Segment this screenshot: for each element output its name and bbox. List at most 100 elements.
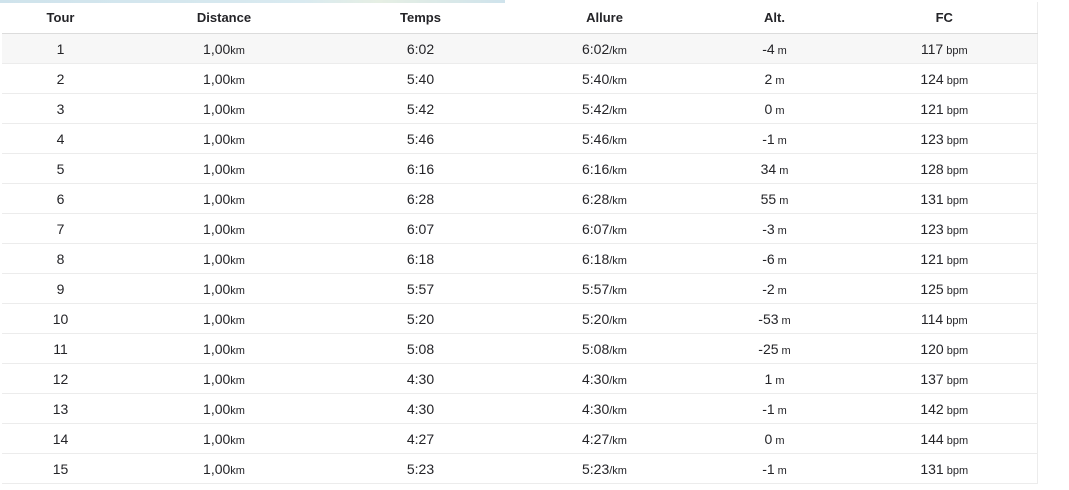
pace-unit: /km <box>609 44 627 57</box>
table-row[interactable]: 13 1,00km 4:30 4:30/km -1 m 142 bpm <box>2 393 1037 424</box>
heart-rate-cell: 117 bpm <box>852 33 1037 64</box>
header-heart-rate: FC <box>852 2 1037 34</box>
heart-rate-unit: bpm <box>946 224 969 237</box>
pace-unit: /km <box>609 284 627 297</box>
lap-cell: 13 <box>2 393 119 424</box>
pace-value: 6:16 <box>582 160 610 177</box>
table-row[interactable]: 3 1,00km 5:42 5:42/km 0 m 121 bpm <box>2 93 1037 124</box>
distance-unit: km <box>230 194 245 207</box>
heart-rate-cell: 120 bpm <box>852 333 1037 364</box>
elevation-value: 34 <box>760 160 777 177</box>
heart-rate-unit: bpm <box>946 434 969 447</box>
heart-rate-unit: bpm <box>946 44 968 57</box>
lap-cell: 14 <box>2 423 119 454</box>
header-elevation: Alt. <box>697 2 852 34</box>
lap-cell: 1 <box>2 33 119 64</box>
pace-unit: /km <box>609 104 627 117</box>
table-row[interactable]: 2 1,00km 5:40 5:40/km 2 m 124 bpm <box>2 63 1037 94</box>
distance-cell: 1,00km <box>119 273 329 304</box>
elevation-value: -4 <box>762 40 775 57</box>
heart-rate-cell: 125 bpm <box>852 273 1037 304</box>
heart-rate-value: 121 <box>920 250 944 267</box>
table-row[interactable]: 8 1,00km 6:18 6:18/km -6 m 121 bpm <box>2 243 1037 274</box>
distance-unit: km <box>230 464 245 477</box>
heart-rate-unit: bpm <box>946 284 969 297</box>
pace-cell: 5:20/km <box>512 303 697 334</box>
distance-value: 1,00 <box>203 40 231 57</box>
heart-rate-cell: 121 bpm <box>852 243 1037 274</box>
elevation-cell: 1m <box>697 363 852 394</box>
elevation-cell: -3 m <box>697 213 852 244</box>
table-row[interactable]: 4 1,00km 5:46 5:46/km -1 m 123 bpm <box>2 123 1037 154</box>
heart-rate-cell: 128 bpm <box>852 153 1037 184</box>
heart-rate-value: 121 <box>920 100 944 117</box>
lap-cell: 4 <box>2 123 119 154</box>
heart-rate-value: 144 <box>920 430 944 447</box>
heart-rate-cell: 137 bpm <box>852 363 1037 394</box>
elevation-cell: -1 m <box>697 453 852 484</box>
elevation-value: -1 <box>762 130 775 147</box>
header-pace: Allure <box>512 2 697 34</box>
elevation-unit: m <box>777 284 787 297</box>
table-row[interactable]: 9 1,00km 5:57 5:57/km -2 m 125 bpm <box>2 273 1037 304</box>
table-row[interactable]: 7 1,00km 6:07 6:07/km -3 m 123 bpm <box>2 213 1037 244</box>
table-row[interactable]: 11 1,00km 5:08 5:08/km -25 m 120 bpm <box>2 333 1037 364</box>
distance-value: 1,00 <box>203 130 231 147</box>
heart-rate-unit: bpm <box>946 344 969 357</box>
distance-cell: 1,00km <box>119 93 329 124</box>
elevation-value: -25 <box>758 340 779 357</box>
table-row[interactable]: 6 1,00km 6:28 6:28/km 55 m 131 bpm <box>2 183 1037 214</box>
pace-unit: /km <box>609 464 627 477</box>
distance-value: 1,00 <box>203 190 231 207</box>
pace-unit: /km <box>609 344 627 357</box>
pace-cell: 4:30/km <box>512 393 697 424</box>
pace-cell: 5:40/km <box>512 63 697 94</box>
heart-rate-cell: 121 bpm <box>852 93 1037 124</box>
elevation-value: 1 <box>764 370 773 387</box>
elevation-unit: m <box>775 374 785 387</box>
distance-value: 1,00 <box>203 220 231 237</box>
pace-value: 6:28 <box>582 190 610 207</box>
pace-value: 4:30 <box>582 370 610 387</box>
heart-rate-unit: bpm <box>946 134 969 147</box>
pace-cell: 4:30/km <box>512 363 697 394</box>
distance-cell: 1,00km <box>119 123 329 154</box>
distance-cell: 1,00km <box>119 63 329 94</box>
header-row: Tour Distance Temps Allure Alt. FC <box>2 2 1037 34</box>
elevation-unit: m <box>777 44 787 57</box>
table-row[interactable]: 14 1,00km 4:27 4:27/km 0 m 144 bpm <box>2 423 1037 454</box>
pace-cell: 5:42/km <box>512 93 697 124</box>
distance-cell: 1,00km <box>119 33 329 64</box>
elevation-unit: m <box>777 134 787 147</box>
heart-rate-cell: 123 bpm <box>852 123 1037 154</box>
distance-cell: 1,00km <box>119 183 329 214</box>
lap-cell: 3 <box>2 93 119 124</box>
elevation-unit: m <box>775 74 785 87</box>
pace-cell: 4:27/km <box>512 423 697 454</box>
elevation-unit: m <box>775 434 785 447</box>
table-row[interactable]: 12 1,00km 4:30 4:30/km 1 m 137 bpm <box>2 363 1037 394</box>
table-row[interactable]: 1 1,00km 6:02 6:02/km -4 m 117 bpm <box>2 33 1037 64</box>
time-cell: 4:30 <box>329 363 512 394</box>
pace-cell: 6:16/km <box>512 153 697 184</box>
table-row[interactable]: 10 1,00km 5:20 5:20/km -53 m 114 bpm <box>2 303 1037 334</box>
heart-rate-unit: bpm <box>946 314 968 327</box>
elevation-cell: 55 m <box>697 183 852 214</box>
pace-cell: 5:57/km <box>512 273 697 304</box>
table-row[interactable]: 5 1,00km 6:16 6:16/km 34 m 128 bpm <box>2 153 1037 184</box>
distance-unit: km <box>230 44 245 57</box>
pace-cell: 6:07/km <box>512 213 697 244</box>
heart-rate-value: 131 <box>920 460 944 477</box>
elevation-value: -53 <box>758 310 779 327</box>
elevation-unit: m <box>777 224 787 237</box>
table-row[interactable]: 15 1,00km 5:23 5:23/km -1 m 131 bpm <box>2 453 1037 484</box>
pace-value: 6:18 <box>582 250 610 267</box>
heart-rate-value: 128 <box>920 160 944 177</box>
heart-rate-cell: 123 bpm <box>852 213 1037 244</box>
distance-cell: 1,00km <box>119 363 329 394</box>
pace-unit: /km <box>609 134 627 147</box>
distance-cell: 1,00km <box>119 393 329 424</box>
distance-cell: 1,00km <box>119 453 329 484</box>
heart-rate-value: 123 <box>920 130 944 147</box>
distance-cell: 1,00km <box>119 213 329 244</box>
